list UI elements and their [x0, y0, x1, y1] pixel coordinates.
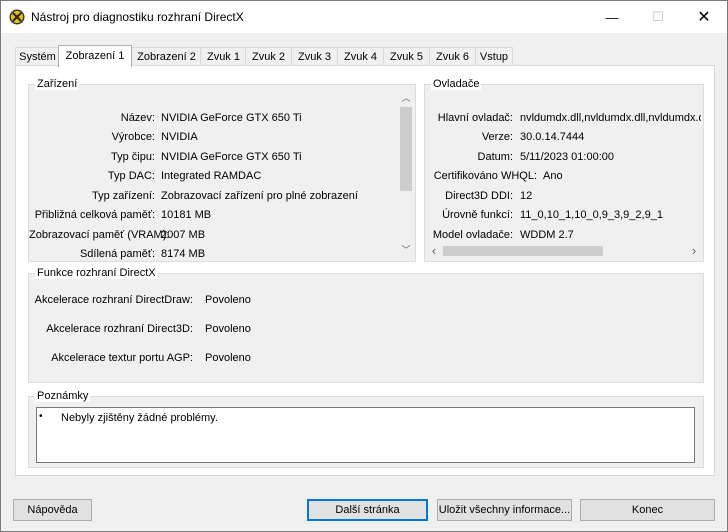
tab-sound-1[interactable]: Zvuk 1 [200, 47, 247, 66]
directx-features-group: Funkce rozhraní DirectX Akcelerace rozhr… [28, 267, 704, 383]
device-row-total-memory: Přibližná celková paměť: 10181 MB [29, 207, 399, 223]
driver-value-whql[interactable]: Ano [543, 168, 701, 184]
device-value-shared-memory[interactable]: 8174 MB [161, 246, 397, 260]
driver-row-main: Hlavní ovladač: nvldumdx.dll,nvldumdx.dl… [425, 110, 701, 126]
maximize-button[interactable]: ☐ [635, 1, 681, 33]
device-row-dac-type: Typ DAC: Integrated RAMDAC [29, 168, 399, 184]
device-row-manufacturer: Výrobce: NVIDIA [29, 129, 399, 145]
notes-item: Nebyly zjištěny žádné problémy. [61, 412, 218, 424]
driver-value-model[interactable]: WDDM 2.7 [520, 227, 701, 243]
driver-row-model: Model ovladače: WDDM 2.7 [425, 227, 701, 243]
dxdiag-window: Nástroj pro diagnostiku rozhraní DirectX… [0, 0, 728, 532]
device-row-shared-memory: Sdílená paměť: 8174 MB [29, 246, 399, 260]
device-group: Zařízení Název: NVIDIA GeForce GTX 650 T… [28, 78, 416, 262]
notes-group: Poznámky • Nebyly zjištěny žádné problém… [28, 390, 704, 468]
device-group-title: Zařízení [35, 78, 80, 90]
notes-group-title: Poznámky [35, 390, 91, 402]
tab-panel: Zařízení Název: NVIDIA GeForce GTX 650 T… [15, 65, 715, 476]
device-row-chip-type: Typ čipu: NVIDIA GeForce GTX 650 Ti [29, 149, 399, 165]
feature-row-directdraw: Akcelerace rozhraní DirectDraw: Povoleno [29, 292, 703, 308]
feature-label-direct3d: Akcelerace rozhraní Direct3D: [46, 323, 193, 335]
device-row-device-type: Typ zařízení: Zobrazovací zařízení pro p… [29, 188, 399, 204]
device-row-name: Název: NVIDIA GeForce GTX 650 Ti [29, 110, 399, 126]
tab-sound-2[interactable]: Zvuk 2 [245, 47, 292, 66]
driver-label-ddi: Direct3D DDI: [445, 190, 513, 202]
directx-app-icon [9, 9, 25, 25]
exit-button[interactable]: Konec [580, 499, 715, 521]
driver-row-version: Verze: 30.0.14.7444 [425, 129, 701, 145]
device-label-shared-memory: Sdílená paměť: [79, 248, 155, 260]
feature-value-directdraw: Povoleno [205, 294, 251, 306]
driver-row-whql: Certifikováno WHQL: Ano [425, 168, 701, 184]
feature-label-directdraw: Akcelerace rozhraní DirectDraw: [34, 294, 193, 306]
tab-sound-6[interactable]: Zvuk 6 [429, 47, 476, 66]
scroll-down-arrow-icon[interactable]: ﹀ [398, 243, 414, 257]
feature-value-direct3d: Povoleno [205, 323, 251, 335]
device-value-manufacturer[interactable]: NVIDIA [161, 129, 397, 145]
tab-display-1[interactable]: Zobrazení 1 [58, 45, 132, 67]
driver-row-feature-levels: Úrovně funkcí: 11_0,10_1,10_0,9_3,9_2,9_… [425, 207, 701, 223]
driver-row-date: Datum: 5/11/2023 01:00:00 [425, 149, 701, 165]
scroll-up-arrow-icon[interactable]: ︿ [398, 91, 414, 105]
device-value-chip-type[interactable]: NVIDIA GeForce GTX 650 Ti [161, 149, 397, 165]
scroll-right-arrow-icon[interactable]: › [687, 244, 701, 258]
feature-row-agp: Akcelerace textur portu AGP: Povoleno [29, 350, 703, 366]
device-label-name: Název: [120, 112, 155, 124]
driver-label-model: Model ovladače: [432, 229, 513, 241]
close-icon: ✕ [697, 9, 711, 26]
driver-value-feature-levels[interactable]: 11_0,10_1,10_0,9_3,9_2,9_1 [520, 207, 701, 223]
save-all-info-button[interactable]: Uložit všechny informace... [437, 499, 572, 521]
driver-label-main: Hlavní ovladač: [437, 112, 513, 124]
driver-group: Ovladače Hlavní ovladač: nvldumdx.dll,nv… [424, 78, 704, 262]
tab-system[interactable]: Systém [15, 47, 60, 66]
device-scroll-thumb[interactable] [400, 107, 412, 191]
device-label-vram: Zobrazovací paměť (VRAM): [29, 229, 170, 241]
title-bar: Nástroj pro diagnostiku rozhraní DirectX… [1, 1, 727, 33]
device-label-total-memory: Přibližná celková paměť: [34, 209, 155, 221]
driver-value-version[interactable]: 30.0.14.7444 [520, 129, 701, 145]
next-page-button[interactable]: Další stránka [307, 499, 428, 521]
close-button[interactable]: ✕ [681, 1, 727, 33]
device-label-chip-type: Typ čipu: [110, 151, 155, 163]
device-value-name[interactable]: NVIDIA GeForce GTX 650 Ti [161, 110, 397, 126]
tab-display-2[interactable]: Zobrazení 2 [131, 47, 202, 66]
device-label-device-type: Typ zařízení: [92, 190, 155, 202]
feature-label-agp: Akcelerace textur portu AGP: [51, 352, 193, 364]
device-label-manufacturer: Výrobce: [111, 131, 155, 143]
driver-label-whql: Certifikováno WHQL: [433, 170, 537, 182]
help-button[interactable]: Nápověda [13, 499, 92, 521]
driver-label-date: Datum: [477, 151, 513, 163]
feature-row-direct3d: Akcelerace rozhraní Direct3D: Povoleno [29, 321, 703, 337]
driver-group-title: Ovladače [431, 78, 482, 90]
driver-value-date[interactable]: 5/11/2023 01:00:00 [520, 149, 701, 165]
minimize-button[interactable]: — [589, 1, 635, 33]
maximize-icon: ☐ [652, 9, 664, 24]
tab-sound-4[interactable]: Zvuk 4 [337, 47, 384, 66]
driver-scroll-thumb[interactable] [443, 246, 603, 256]
driver-value-ddi[interactable]: 12 [520, 188, 701, 204]
notes-bullet: • [39, 411, 43, 422]
notes-textbox[interactable]: • Nebyly zjištěny žádné problémy. [36, 407, 695, 463]
window-title: Nástroj pro diagnostiku rozhraní DirectX [31, 10, 244, 24]
device-label-dac-type: Typ DAC: [107, 170, 155, 182]
device-value-vram[interactable]: 2007 MB [161, 227, 397, 243]
feature-value-agp: Povoleno [205, 352, 251, 364]
device-row-vram: Zobrazovací paměť (VRAM): 2007 MB [29, 227, 399, 243]
tab-input[interactable]: Vstup [475, 47, 513, 66]
tab-sound-5[interactable]: Zvuk 5 [383, 47, 430, 66]
device-value-device-type[interactable]: Zobrazovací zařízení pro plné zobrazení [161, 188, 397, 204]
driver-label-version: Verze: [481, 131, 513, 143]
device-value-total-memory[interactable]: 10181 MB [161, 207, 397, 223]
features-group-title: Funkce rozhraní DirectX [35, 267, 158, 279]
minimize-icon: — [605, 9, 619, 25]
scroll-left-arrow-icon[interactable]: ‹ [427, 244, 441, 258]
driver-value-main[interactable]: nvldumdx.dll,nvldumdx.dll,nvldumdx.dl [520, 110, 701, 126]
tab-sound-3[interactable]: Zvuk 3 [291, 47, 338, 66]
driver-row-ddi: Direct3D DDI: 12 [425, 188, 701, 204]
driver-horizontal-scrollbar[interactable]: ‹ › [427, 243, 701, 259]
device-value-dac-type[interactable]: Integrated RAMDAC [161, 168, 397, 184]
device-vertical-scrollbar[interactable]: ︿ ﹀ [398, 91, 414, 259]
driver-label-feature-levels: Úrovně funkcí: [442, 209, 513, 221]
